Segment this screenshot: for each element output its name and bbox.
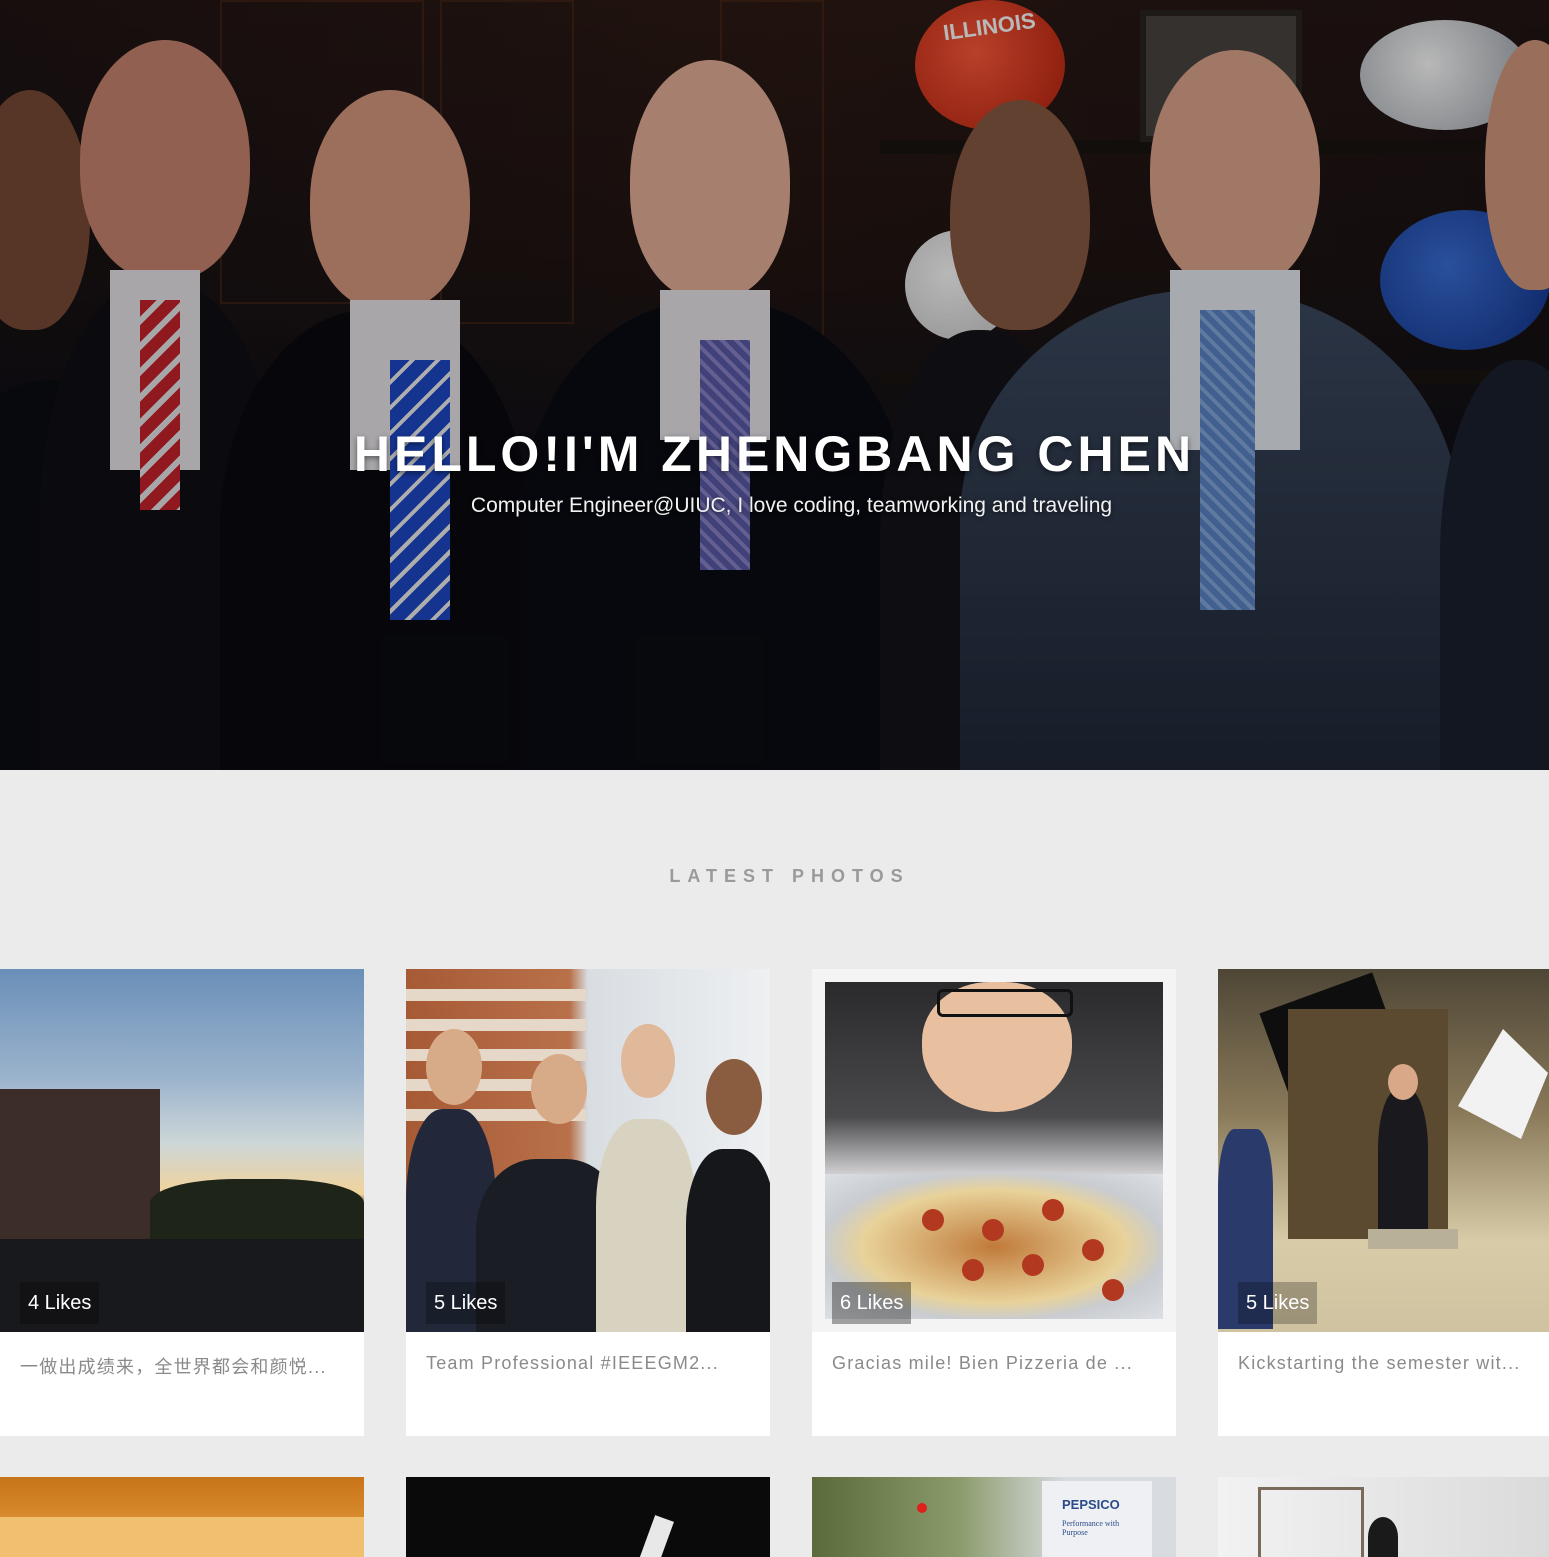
pepsico-sign: PEPSICO Performance with Purpose [1042, 1481, 1152, 1557]
person-face [531, 1054, 587, 1124]
photo-orange [0, 1517, 364, 1557]
likes-count: 5 Likes [1238, 1282, 1318, 1324]
person-silhouette [596, 1119, 696, 1332]
photo-caption[interactable]: Gracias mile! Bien Pizzeria de ... [832, 1353, 1152, 1374]
door-frame [1258, 1487, 1364, 1557]
sign-text: PEPSICO [1062, 1497, 1120, 1512]
traffic-light-icon [917, 1503, 927, 1513]
trees [150, 1179, 364, 1239]
photo-card[interactable]: 4 Likes 一做出成绩来，全世界都会和颜悦... [0, 969, 364, 1436]
person-face [706, 1059, 762, 1135]
likes-count: 4 Likes [20, 1282, 100, 1324]
photo-team[interactable] [406, 969, 770, 1332]
blinds [406, 989, 586, 1001]
hero-subtitle: Computer Engineer@UIUC, I love coding, t… [470, 494, 1113, 517]
photo-pizza[interactable] [812, 969, 1176, 1332]
hero-banner: ILLINOIS HELLO!I'M ZHENGBANG CHEN Comput… [0, 0, 1549, 770]
person-face [621, 1024, 675, 1098]
photo-card[interactable]: PEPSICO Performance with Purpose [812, 1477, 1176, 1557]
person-face [1388, 1064, 1418, 1100]
hero-overlay [0, 0, 1549, 770]
pepperoni [922, 1209, 944, 1231]
section-title: LATEST PHOTOS [669, 866, 910, 886]
chair [1368, 1229, 1458, 1249]
photo-card[interactable] [0, 1477, 364, 1557]
glasses-icon [937, 989, 1073, 1017]
person-silhouette [1378, 1089, 1428, 1239]
person-silhouette [686, 1149, 770, 1332]
photo-caption[interactable]: Team Professional #IEEEGM2... [426, 1353, 746, 1374]
person-silhouette [1368, 1517, 1398, 1557]
photo-card[interactable]: 6 Likes Gracias mile! Bien Pizzeria de .… [812, 969, 1176, 1436]
hero-title: HELLO!I'M ZHENGBANG CHEN [353, 426, 1196, 482]
photo-card[interactable] [406, 1477, 770, 1557]
photo-card[interactable]: 5 Likes Kickstarting the semester wit... [1218, 969, 1549, 1436]
photo-studio[interactable] [1218, 969, 1549, 1332]
umbrella-icon [1458, 1029, 1548, 1139]
likes-count: 5 Likes [426, 1282, 506, 1324]
photo-caption[interactable]: Kickstarting the semester wit... [1238, 1353, 1549, 1374]
sign-subtext: Performance with Purpose [1062, 1519, 1120, 1537]
photo-card[interactable]: 5 Likes Team Professional #IEEEGM2... [406, 969, 770, 1436]
person-face [426, 1029, 482, 1105]
photo-dark [638, 1515, 674, 1557]
likes-count: 6 Likes [832, 1282, 912, 1324]
photo-caption[interactable]: 一做出成绩来，全世界都会和颜悦... [20, 1353, 340, 1379]
photo-sunset[interactable] [0, 969, 364, 1332]
photo-card[interactable] [1218, 1477, 1549, 1557]
